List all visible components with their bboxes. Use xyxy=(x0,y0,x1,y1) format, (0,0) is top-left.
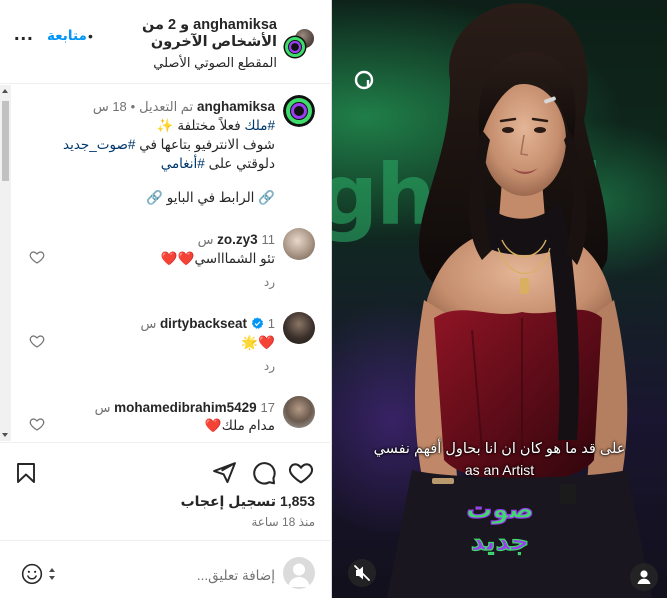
comment-meta: mohamedibrahim5429 17 س xyxy=(95,399,275,416)
caption-time[interactable]: 18 س xyxy=(93,99,127,114)
speaker-muted-icon xyxy=(354,565,370,581)
user-icon xyxy=(637,570,651,584)
comment-username[interactable]: dirtybackseat xyxy=(160,316,247,331)
anghami-watermark-icon xyxy=(354,70,374,90)
caption-line-3: دلوقتي على #أنغامي xyxy=(161,154,275,173)
commenter-avatar[interactable] xyxy=(283,312,315,344)
caption-bio-link: 🔗 الرابط في البايو 🔗 xyxy=(146,190,275,205)
comment-composer: إضافة تعليق... xyxy=(0,540,332,598)
reel-video[interactable]: ghami xyxy=(332,0,667,598)
badge-line-1: صوت xyxy=(466,495,534,525)
scrollbar-thumb[interactable] xyxy=(2,101,9,181)
post-actions-bar: 1,853 تسجيل إعجاب منذ 18 ساعة xyxy=(0,442,332,538)
comment-text: مدام ملك❤️ xyxy=(204,418,275,433)
resize-handle-icon[interactable] xyxy=(47,565,57,583)
anghami-logo-icon xyxy=(283,35,307,59)
comments-list[interactable]: anghamiksa تم التعديل • 18 س #ملك فعلاً … xyxy=(0,85,332,441)
comment-icon[interactable] xyxy=(251,460,277,486)
likes-count[interactable]: 1,853 تسجيل إعجاب xyxy=(181,493,315,510)
original-audio-link[interactable]: المقطع الصوتي الأصلي xyxy=(153,55,277,71)
like-comment-heart-icon[interactable] xyxy=(29,416,45,432)
heart-icon[interactable] xyxy=(288,460,314,486)
comment-text: ❤️🌟 xyxy=(241,335,275,350)
comment-username[interactable]: zo.zy3 xyxy=(217,232,258,247)
verified-badge-icon xyxy=(251,317,264,329)
caption-edited-label: تم التعديل xyxy=(139,99,194,114)
comment-meta: zo.zy3 11 س xyxy=(198,231,275,248)
caption-line-2: شوف الانترفيو بتاعها في #صوت_جديد xyxy=(63,135,275,154)
scroll-up-arrow-icon[interactable] xyxy=(2,89,8,93)
caption-text: فعلاً مختلفة ✨ xyxy=(156,118,245,133)
comment-meta: dirtybackseat 1 س xyxy=(140,315,275,332)
caption-meta-line: anghamiksa تم التعديل • 18 س xyxy=(93,98,275,115)
collab-avatars[interactable] xyxy=(283,27,316,59)
caption-text: دلوقتي على xyxy=(204,156,275,171)
comments-scrollbar[interactable] xyxy=(0,85,11,441)
like-comment-heart-icon[interactable] xyxy=(29,249,45,265)
separator-dot: • xyxy=(88,28,93,44)
comment-text: تئو الشماااسي❤️❤️ xyxy=(160,251,275,266)
sout-jdeed-badge: صوت جديد xyxy=(466,494,535,557)
add-comment-input[interactable]: إضافة تعليق... xyxy=(197,568,275,584)
separator-dot: • xyxy=(130,99,136,114)
reply-button[interactable]: رد xyxy=(264,359,275,373)
save-icon[interactable] xyxy=(14,460,38,486)
share-icon[interactable] xyxy=(212,460,237,485)
scroll-down-arrow-icon[interactable] xyxy=(2,433,8,437)
badge-line-2: جديد xyxy=(471,527,530,557)
hashtag-link[interactable]: #ملك xyxy=(244,118,275,133)
like-comment-heart-icon[interactable] xyxy=(29,333,45,349)
post-author-title[interactable]: anghamiksa و 2 من الأشخاص الآخرون xyxy=(87,17,277,51)
emoji-icon[interactable] xyxy=(21,563,43,585)
comment-username[interactable]: mohamedibrahim5429 xyxy=(114,400,257,415)
caption-username[interactable]: anghamiksa xyxy=(197,99,275,114)
commenter-avatar[interactable] xyxy=(283,228,315,260)
caption-line-1: #ملك فعلاً مختلفة ✨ xyxy=(157,116,275,135)
tagged-users-button[interactable] xyxy=(630,563,658,591)
caption-text: شوف الانترفيو بتاعها في xyxy=(135,137,275,152)
reply-button[interactable]: رد xyxy=(264,275,275,289)
anghami-avatar[interactable] xyxy=(283,95,315,127)
post-details-panel: anghamiksa و 2 من الأشخاص الآخرون المقطع… xyxy=(0,0,332,598)
video-subtitle-english: as an Artist xyxy=(464,462,535,478)
post-header: anghamiksa و 2 من الأشخاص الآخرون المقطع… xyxy=(0,0,332,84)
hashtag-link[interactable]: #أنغامي xyxy=(161,156,205,171)
mute-button[interactable] xyxy=(348,559,376,587)
commenter-avatar[interactable] xyxy=(283,396,315,428)
follow-button[interactable]: متابعة xyxy=(47,28,87,44)
post-timestamp[interactable]: منذ 18 ساعة xyxy=(251,515,315,529)
more-options-icon[interactable]: ... xyxy=(14,23,34,46)
video-subtitle-arabic: على قد ما هو كان ان انا بحاول أفهم نفسي xyxy=(373,441,626,457)
post-dialog: anghamiksa و 2 من الأشخاص الآخرون المقطع… xyxy=(0,0,667,598)
current-user-avatar xyxy=(283,557,315,589)
hashtag-link[interactable]: #صوت_جديد xyxy=(63,137,135,152)
